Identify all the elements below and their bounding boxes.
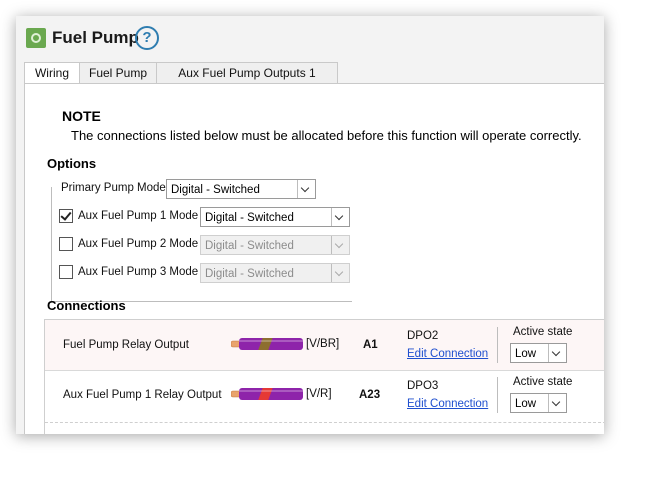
output-label: DPO3 xyxy=(407,380,439,392)
primary-pump-mode-label: Primary Pump Mode xyxy=(61,182,166,194)
active-state-select[interactable]: Low xyxy=(510,343,567,363)
wire-icon xyxy=(231,338,303,350)
chevron-down-icon xyxy=(331,264,349,282)
note-title: NOTE xyxy=(62,108,101,124)
wiring-panel: NOTE The connections listed below must b… xyxy=(24,83,604,434)
connection-name: Fuel Pump Relay Output xyxy=(63,339,189,351)
aux-fuel-pump-3-mode-value: Digital - Switched xyxy=(205,268,294,280)
chevron-down-icon xyxy=(548,344,566,362)
chevron-down-icon xyxy=(331,236,349,254)
aux-fuel-pump-2-checkbox[interactable] xyxy=(59,237,73,251)
active-state-value: Low xyxy=(515,398,537,410)
pin-label: A1 xyxy=(363,339,378,351)
aux-fuel-pump-3-mode-select: Digital - Switched xyxy=(200,263,350,283)
wire-code: [V/BR] xyxy=(306,338,340,350)
connections-table: Fuel Pump Relay Output [V/BR] A1 DPO2 Ed… xyxy=(44,319,604,434)
checkmark-icon xyxy=(60,209,72,221)
active-state-label: Active state xyxy=(513,326,573,338)
fuel-pump-app-icon xyxy=(26,28,46,48)
active-state-label: Active state xyxy=(513,376,573,388)
aux-fuel-pump-3-mode-label: Aux Fuel Pump 3 Mode xyxy=(78,266,199,278)
tab-aux-fuel-pump-outputs-1[interactable]: Aux Fuel Pump Outputs 1 xyxy=(156,62,338,83)
pin-label: A23 xyxy=(359,389,381,401)
aux-fuel-pump-1-mode-label: Aux Fuel Pump 1 Mode xyxy=(78,210,199,222)
edit-connection-link[interactable]: Edit Connection xyxy=(407,398,488,410)
tab-fuel-pump[interactable]: Fuel Pump xyxy=(79,62,157,83)
chevron-down-icon xyxy=(331,208,349,226)
wire-icon xyxy=(231,388,303,400)
output-label: DPO2 xyxy=(407,330,439,342)
tab-wiring[interactable]: Wiring xyxy=(24,62,80,84)
window-header: Fuel Pump ? xyxy=(16,16,604,60)
chevron-down-icon xyxy=(548,394,566,412)
aux-fuel-pump-1-mode-value: Digital - Switched xyxy=(205,212,294,224)
help-icon[interactable]: ? xyxy=(135,26,159,50)
page-title: Fuel Pump xyxy=(52,28,139,47)
row-divider xyxy=(45,422,604,423)
aux-fuel-pump-3-checkbox[interactable] xyxy=(59,265,73,279)
table-row: Aux Fuel Pump 1 Relay Output [V/R] A23 D… xyxy=(45,370,604,421)
connections-heading: Connections xyxy=(47,298,126,313)
aux-fuel-pump-2-mode-value: Digital - Switched xyxy=(205,240,294,252)
divider xyxy=(497,327,498,363)
aux-fuel-pump-2-mode-select: Digital - Switched xyxy=(200,235,350,255)
table-row: Fuel Pump Relay Output [V/BR] A1 DPO2 Ed… xyxy=(45,320,604,370)
aux-fuel-pump-1-mode-select[interactable]: Digital - Switched xyxy=(200,207,350,227)
primary-pump-mode-value: Digital - Switched xyxy=(171,184,260,196)
divider xyxy=(497,377,498,413)
primary-pump-mode-select[interactable]: Digital - Switched xyxy=(166,179,316,199)
chevron-down-icon xyxy=(297,180,315,198)
wire-code: [V/R] xyxy=(306,388,332,400)
aux-fuel-pump-2-mode-label: Aux Fuel Pump 2 Mode xyxy=(78,238,199,250)
aux-fuel-pump-1-checkbox[interactable] xyxy=(59,209,73,223)
active-state-value: Low xyxy=(515,348,537,360)
connection-name: Aux Fuel Pump 1 Relay Output xyxy=(63,389,222,401)
options-heading: Options xyxy=(47,156,97,171)
active-state-select[interactable]: Low xyxy=(510,393,567,413)
edit-connection-link[interactable]: Edit Connection xyxy=(407,348,488,360)
note-text: The connections listed below must be all… xyxy=(71,128,582,143)
fuel-pump-window: Fuel Pump ? Wiring Fuel Pump Aux Fuel Pu… xyxy=(16,16,604,434)
